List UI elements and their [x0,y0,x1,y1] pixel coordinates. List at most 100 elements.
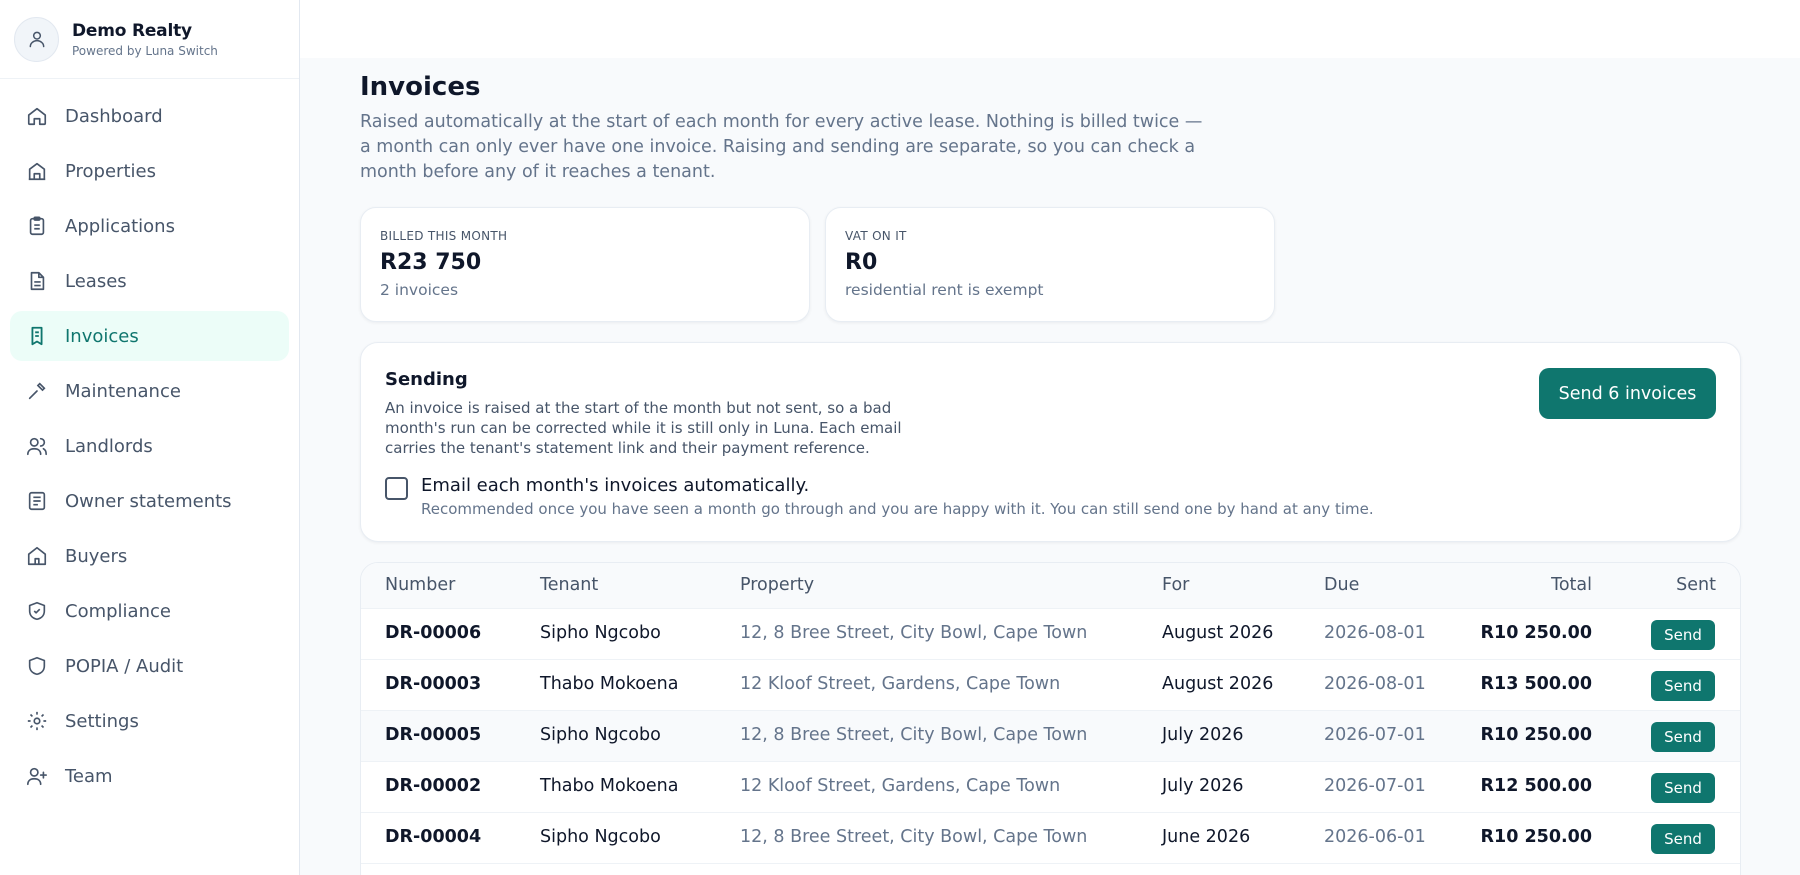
tenant-name: Sipho Ngcobo [540,623,661,643]
table-row[interactable]: DR-00002 Thabo Mokoena 12 Kloof Street, … [361,761,1740,812]
shield-icon [25,654,49,678]
sidebar-item-label: Landlords [65,435,153,457]
page-description: Raised automatically at the start of eac… [360,112,1203,182]
sidebar-item-dashboard[interactable]: Dashboard [10,91,289,141]
house-icon [25,544,49,568]
column-header-for[interactable]: For [1162,575,1189,595]
auto-email-help: Recommended once you have seen a month g… [421,500,1374,518]
invoice-total: R10 250.00 [1480,725,1592,745]
stat-label: BILLED THIS MONTH [380,229,508,243]
invoice-number: DR-00004 [385,827,482,847]
stat-label: VAT ON IT [845,229,907,243]
invoice-number: DR-00006 [385,623,482,643]
sidebar-item-invoices[interactable]: Invoices [10,311,289,361]
table-row-partial [361,863,1740,875]
sidebar-item-label: Properties [65,160,156,182]
sidebar-item-compliance[interactable]: Compliance [10,586,289,636]
sidebar: Demo Realty Powered by Luna Switch Dashb… [0,0,300,875]
column-header-tenant[interactable]: Tenant [540,575,598,595]
sidebar-nav: Dashboard Properties Applications Leases… [0,79,299,801]
send-button[interactable]: Send [1651,773,1715,803]
stat-subtext: 2 invoices [380,281,459,299]
property-address: 12 Kloof Street, Gardens, Cape Town [740,776,1061,796]
gear-icon [25,709,49,733]
due-date: 2026-07-01 [1324,776,1426,796]
send-invoices-button[interactable]: Send 6 invoices [1539,368,1716,419]
sidebar-item-label: Owner statements [65,490,232,512]
due-date: 2026-07-01 [1324,725,1426,745]
tenant-name: Sipho Ngcobo [540,725,661,745]
sidebar-item-buyers[interactable]: Buyers [10,531,289,581]
table-row[interactable]: DR-00005 Sipho Ngcobo 12, 8 Bree Street,… [361,710,1740,761]
property-address: 12, 8 Bree Street, City Bowl, Cape Town [740,725,1088,745]
property-address: 12, 8 Bree Street, City Bowl, Cape Town [740,623,1088,643]
invoice-total: R10 250.00 [1480,623,1592,643]
sidebar-item-label: Maintenance [65,380,181,402]
send-button[interactable]: Send [1651,722,1715,752]
billed-this-month-card: BILLED THIS MONTH R23 750 2 invoices [360,207,810,322]
invoice-total: R10 250.00 [1480,827,1592,847]
home-icon [25,104,49,128]
sidebar-item-popia-audit[interactable]: POPIA / Audit [10,641,289,691]
user-plus-icon [25,764,49,788]
billing-month: June 2026 [1162,827,1251,847]
sidebar-item-owner-statements[interactable]: Owner statements [10,476,289,526]
sidebar-item-applications[interactable]: Applications [10,201,289,251]
billing-month: July 2026 [1162,776,1244,796]
table-row[interactable]: DR-00006 Sipho Ngcobo 12, 8 Bree Street,… [361,608,1740,659]
sidebar-item-label: Buyers [65,545,128,567]
building-icon [25,159,49,183]
brand-name: Demo Realty [72,20,192,41]
brand-subtitle: Powered by Luna Switch [72,43,218,58]
vat-card: VAT ON IT R0 residential rent is exempt [825,207,1275,322]
sidebar-item-label: Applications [65,215,175,237]
due-date: 2026-08-01 [1324,623,1426,643]
column-header-sent[interactable]: Sent [1676,575,1716,595]
statement-icon [25,489,49,513]
main-content: Invoices Raised automatically at the sta… [300,0,1800,875]
sidebar-item-maintenance[interactable]: Maintenance [10,366,289,416]
user-avatar-icon[interactable] [14,16,59,62]
sidebar-item-team[interactable]: Team [10,751,289,801]
sidebar-item-properties[interactable]: Properties [10,146,289,196]
sidebar-item-label: Team [65,765,113,787]
sending-title: Sending [385,369,468,390]
table-row[interactable]: DR-00003 Thabo Mokoena 12 Kloof Street, … [361,659,1740,710]
send-button[interactable]: Send [1651,824,1715,854]
due-date: 2026-06-01 [1324,827,1426,847]
tenant-name: Thabo Mokoena [540,674,679,694]
sidebar-item-label: POPIA / Audit [65,655,184,677]
invoice-total: R13 500.00 [1480,674,1592,694]
stat-value: R23 750 [380,250,482,275]
send-button[interactable]: Send [1651,620,1715,650]
sidebar-item-label: Dashboard [65,105,163,127]
sidebar-item-landlords[interactable]: Landlords [10,421,289,471]
column-header-number[interactable]: Number [385,575,455,595]
stat-value: R0 [845,250,878,275]
billing-month: August 2026 [1162,623,1274,643]
due-date: 2026-08-01 [1324,674,1426,694]
sending-card: Sending An invoice is raised at the star… [360,342,1741,542]
sidebar-item-label: Invoices [65,325,139,347]
sidebar-item-settings[interactable]: Settings [10,696,289,746]
brand-header: Demo Realty Powered by Luna Switch [0,0,299,79]
users-icon [25,434,49,458]
invoice-number: DR-00005 [385,725,482,745]
column-header-due[interactable]: Due [1324,575,1359,595]
invoice-number: DR-00002 [385,776,482,796]
property-address: 12, 8 Bree Street, City Bowl, Cape Town [740,827,1088,847]
sidebar-item-label: Leases [65,270,127,292]
send-button[interactable]: Send [1651,671,1715,701]
auto-email-checkbox[interactable] [385,477,408,500]
column-header-total[interactable]: Total [1551,575,1592,595]
billing-month: August 2026 [1162,674,1274,694]
auto-email-label[interactable]: Email each month's invoices automaticall… [421,475,809,496]
sending-description: An invoice is raised at the start of the… [385,399,902,457]
top-bar [300,0,1800,58]
shield-check-icon [25,599,49,623]
document-icon [25,269,49,293]
column-header-property[interactable]: Property [740,575,814,595]
clipboard-icon [25,214,49,238]
table-row[interactable]: DR-00004 Sipho Ngcobo 12, 8 Bree Street,… [361,812,1740,863]
sidebar-item-leases[interactable]: Leases [10,256,289,306]
